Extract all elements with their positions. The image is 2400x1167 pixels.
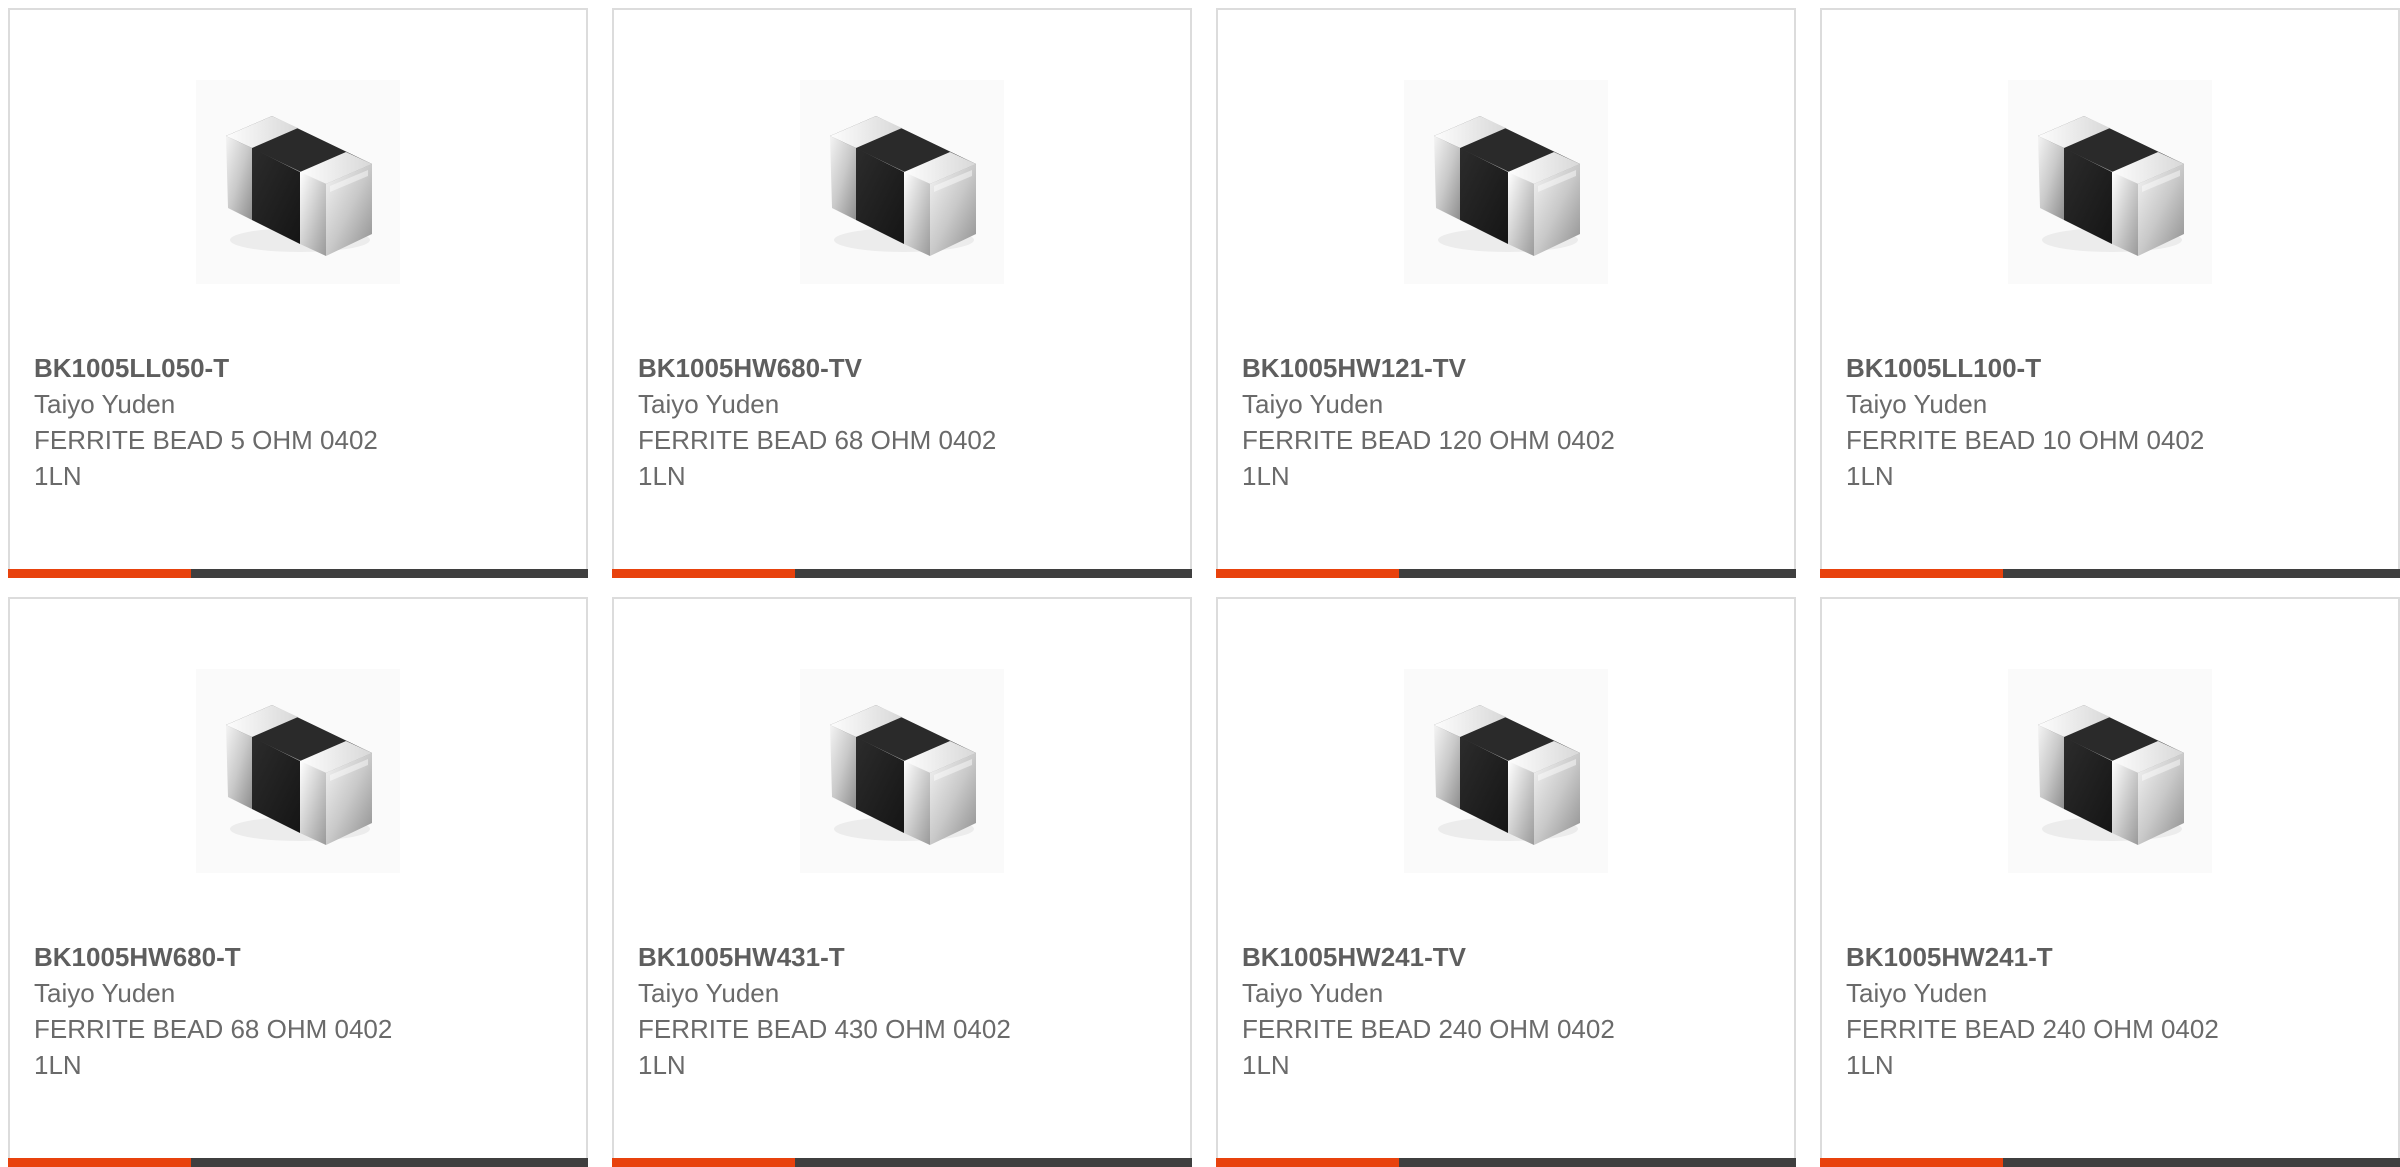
line-count: 1LN bbox=[34, 1050, 82, 1080]
product-card[interactable]: BK1005HW680-T Taiyo Yuden FERRITE BEAD 6… bbox=[8, 597, 588, 1167]
ferrite-bead-chip-icon bbox=[800, 669, 1004, 873]
accent-stripe bbox=[1216, 1158, 1399, 1167]
product-info: BK1005LL100-T Taiyo Yuden FERRITE BEAD 1… bbox=[1846, 350, 2378, 494]
accent-stripe bbox=[8, 1158, 191, 1167]
description: FERRITE BEAD 5 OHM 0402 bbox=[34, 425, 378, 455]
manufacturer: Taiyo Yuden bbox=[1846, 978, 1988, 1008]
card-footer-bar bbox=[8, 1158, 588, 1167]
product-info: BK1005LL050-T Taiyo Yuden FERRITE BEAD 5… bbox=[34, 350, 566, 494]
product-card[interactable]: BK1005LL100-T Taiyo Yuden FERRITE BEAD 1… bbox=[1820, 8, 2400, 578]
product-grid: BK1005LL050-T Taiyo Yuden FERRITE BEAD 5… bbox=[0, 0, 2400, 1167]
product-info: BK1005HW680-T Taiyo Yuden FERRITE BEAD 6… bbox=[34, 939, 566, 1083]
card-footer-bar bbox=[8, 569, 588, 578]
product-info: BK1005HW680-TV Taiyo Yuden FERRITE BEAD … bbox=[638, 350, 1170, 494]
product-card[interactable]: BK1005HW121-TV Taiyo Yuden FERRITE BEAD … bbox=[1216, 8, 1796, 578]
part-number[interactable]: BK1005HW680-TV bbox=[638, 350, 1170, 386]
line-count: 1LN bbox=[1242, 1050, 1290, 1080]
manufacturer: Taiyo Yuden bbox=[34, 389, 176, 419]
ferrite-bead-chip-icon bbox=[2008, 669, 2212, 873]
part-number[interactable]: BK1005HW121-TV bbox=[1242, 350, 1774, 386]
card-footer-bar bbox=[1820, 1158, 2400, 1167]
manufacturer: Taiyo Yuden bbox=[638, 389, 780, 419]
product-info: BK1005HW121-TV Taiyo Yuden FERRITE BEAD … bbox=[1242, 350, 1774, 494]
description: FERRITE BEAD 68 OHM 0402 bbox=[34, 1014, 393, 1044]
accent-stripe bbox=[1820, 1158, 2003, 1167]
description: FERRITE BEAD 240 OHM 0402 bbox=[1242, 1014, 1615, 1044]
product-card[interactable]: BK1005HW680-TV Taiyo Yuden FERRITE BEAD … bbox=[612, 8, 1192, 578]
ferrite-bead-chip-icon bbox=[196, 669, 400, 873]
card-footer-bar bbox=[1820, 569, 2400, 578]
product-info: BK1005HW241-TV Taiyo Yuden FERRITE BEAD … bbox=[1242, 939, 1774, 1083]
product-card[interactable]: BK1005HW241-T Taiyo Yuden FERRITE BEAD 2… bbox=[1820, 597, 2400, 1167]
part-number[interactable]: BK1005HW241-TV bbox=[1242, 939, 1774, 975]
line-count: 1LN bbox=[1846, 1050, 1894, 1080]
product-info: BK1005HW241-T Taiyo Yuden FERRITE BEAD 2… bbox=[1846, 939, 2378, 1083]
accent-stripe bbox=[612, 1158, 795, 1167]
manufacturer: Taiyo Yuden bbox=[1242, 978, 1384, 1008]
ferrite-bead-chip-icon bbox=[1404, 80, 1608, 284]
description: FERRITE BEAD 120 OHM 0402 bbox=[1242, 425, 1615, 455]
manufacturer: Taiyo Yuden bbox=[1242, 389, 1384, 419]
product-card[interactable]: BK1005LL050-T Taiyo Yuden FERRITE BEAD 5… bbox=[8, 8, 588, 578]
description: FERRITE BEAD 68 OHM 0402 bbox=[638, 425, 997, 455]
accent-stripe bbox=[612, 569, 795, 578]
manufacturer: Taiyo Yuden bbox=[638, 978, 780, 1008]
line-count: 1LN bbox=[1242, 461, 1290, 491]
ferrite-bead-chip-icon bbox=[196, 80, 400, 284]
product-card[interactable]: BK1005HW431-T Taiyo Yuden FERRITE BEAD 4… bbox=[612, 597, 1192, 1167]
accent-stripe bbox=[1216, 569, 1399, 578]
part-number[interactable]: BK1005HW431-T bbox=[638, 939, 1170, 975]
line-count: 1LN bbox=[638, 461, 686, 491]
line-count: 1LN bbox=[1846, 461, 1894, 491]
part-number[interactable]: BK1005LL100-T bbox=[1846, 350, 2378, 386]
part-number[interactable]: BK1005LL050-T bbox=[34, 350, 566, 386]
card-footer-bar bbox=[612, 1158, 1192, 1167]
part-number[interactable]: BK1005HW241-T bbox=[1846, 939, 2378, 975]
card-footer-bar bbox=[1216, 569, 1796, 578]
product-card[interactable]: BK1005HW241-TV Taiyo Yuden FERRITE BEAD … bbox=[1216, 597, 1796, 1167]
part-number[interactable]: BK1005HW680-T bbox=[34, 939, 566, 975]
ferrite-bead-chip-icon bbox=[2008, 80, 2212, 284]
description: FERRITE BEAD 10 OHM 0402 bbox=[1846, 425, 2205, 455]
product-info: BK1005HW431-T Taiyo Yuden FERRITE BEAD 4… bbox=[638, 939, 1170, 1083]
description: FERRITE BEAD 430 OHM 0402 bbox=[638, 1014, 1011, 1044]
accent-stripe bbox=[1820, 569, 2003, 578]
manufacturer: Taiyo Yuden bbox=[34, 978, 176, 1008]
ferrite-bead-chip-icon bbox=[800, 80, 1004, 284]
card-footer-bar bbox=[1216, 1158, 1796, 1167]
description: FERRITE BEAD 240 OHM 0402 bbox=[1846, 1014, 2219, 1044]
card-footer-bar bbox=[612, 569, 1192, 578]
accent-stripe bbox=[8, 569, 191, 578]
ferrite-bead-chip-icon bbox=[1404, 669, 1608, 873]
manufacturer: Taiyo Yuden bbox=[1846, 389, 1988, 419]
line-count: 1LN bbox=[34, 461, 82, 491]
line-count: 1LN bbox=[638, 1050, 686, 1080]
